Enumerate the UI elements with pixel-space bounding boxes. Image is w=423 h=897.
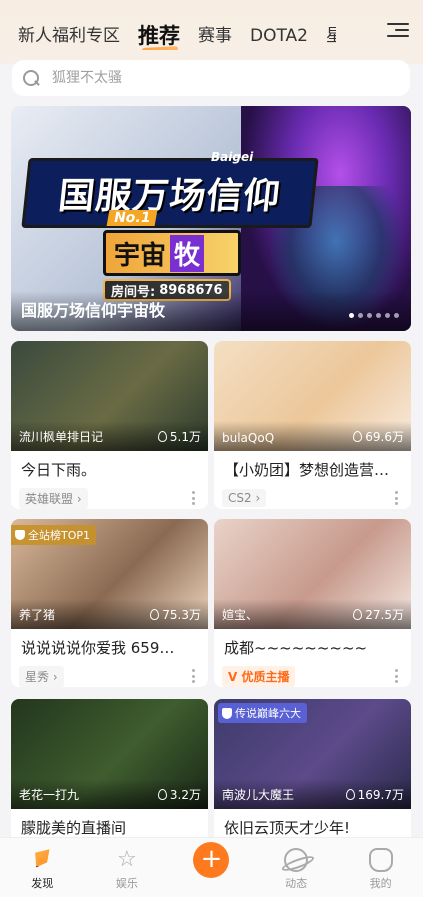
- nav-label: 发现: [31, 877, 54, 890]
- streamer-name: 媗宝、: [222, 608, 259, 622]
- flame-icon: [345, 789, 355, 800]
- room-title: 【小奶团】梦想创造营…: [224, 461, 390, 479]
- rank-badge: 传说巅峰六大: [218, 703, 307, 723]
- top-bar: 新人福利专区 推荐 赛事 DOTA2 星: [0, 0, 423, 64]
- live-thumbnail: 老花一打九 3.2万: [11, 699, 208, 809]
- pagination-dot[interactable]: [367, 313, 372, 318]
- view-count: 169.7万: [345, 786, 404, 803]
- category-tag[interactable]: 英雄联盟 ›: [19, 487, 88, 509]
- search-bar[interactable]: [12, 60, 410, 96]
- featured-banner[interactable]: 国服万场信仰 Baigei No.1 宇宙牧 房间号:8968676 国服万场信…: [11, 106, 411, 331]
- streamer-name: 老花一打九: [19, 788, 80, 802]
- rank-badge: 全站榜TOP1: [11, 525, 97, 545]
- more-options-icon[interactable]: [192, 491, 196, 505]
- room-title: 说说说说你爱我 659…: [21, 639, 175, 657]
- banner-brand: Baigei: [211, 150, 254, 164]
- room-title: 朦胧美的直播间: [21, 819, 127, 837]
- nav-label: 我的: [369, 877, 392, 890]
- flame-icon: [150, 609, 160, 620]
- nav-entertainment[interactable]: ☆ 娱乐: [85, 838, 170, 897]
- search-input[interactable]: [52, 70, 372, 86]
- streamer-name: 南波儿大魔王: [222, 788, 295, 802]
- room-title: 成都~~~~~~~~~: [224, 639, 368, 657]
- nav-discover[interactable]: 发现: [0, 838, 85, 897]
- tab-partial[interactable]: 星: [326, 22, 336, 50]
- banner-art-title: 国服万场信仰: [21, 158, 319, 228]
- tab-events[interactable]: 赛事: [198, 22, 232, 50]
- live-room-card[interactable]: 流川枫单排日记 5.1万 今日下雨。 英雄联盟 ›: [11, 341, 208, 509]
- streamer-name: 养了猪: [19, 608, 56, 622]
- live-room-card[interactable]: 老花一打九 3.2万 朦胧美的直播间: [11, 699, 208, 847]
- nav-profile[interactable]: 我的: [338, 838, 423, 897]
- banner-art-subtitle: 宇宙牧: [103, 230, 241, 276]
- menu-icon[interactable]: [387, 20, 409, 42]
- view-count: 27.5万: [353, 606, 404, 623]
- tab-dota2[interactable]: DOTA2: [250, 22, 308, 50]
- banner-no1-badge: No.1: [106, 210, 158, 226]
- category-tag[interactable]: CS2 ›: [222, 489, 267, 507]
- pagination-dot[interactable]: [385, 313, 390, 318]
- shield-icon: [222, 707, 232, 719]
- planet-icon: [284, 848, 309, 872]
- nav-feed[interactable]: 动态: [254, 838, 339, 897]
- banner-pagination: [349, 313, 399, 318]
- tab-recommend[interactable]: 推荐: [138, 22, 180, 50]
- plus-icon[interactable]: +: [193, 842, 230, 878]
- nav-label: 娱乐: [115, 877, 138, 890]
- nav-create[interactable]: +: [169, 838, 254, 897]
- pagination-dot[interactable]: [394, 313, 399, 318]
- search-icon: [22, 69, 40, 87]
- nav-label: 动态: [285, 877, 308, 890]
- live-room-card[interactable]: 传说巅峰六大 南波儿大魔王 169.7万 依旧云顶天才少年!: [214, 699, 411, 847]
- live-thumbnail: 全站榜TOP1 养了猪 75.3万: [11, 519, 208, 629]
- flame-icon: [157, 789, 167, 800]
- star-icon: ☆: [117, 847, 137, 872]
- live-thumbnail: 媗宝、 27.5万: [214, 519, 411, 629]
- category-tag[interactable]: 星秀 ›: [19, 665, 64, 687]
- streamer-name: 流川枫单排日记: [19, 430, 104, 444]
- category-tabs: 新人福利专区 推荐 赛事 DOTA2 星: [18, 18, 375, 50]
- banner-caption: 国服万场信仰宇宙牧: [21, 301, 166, 320]
- live-room-card[interactable]: bulaQoQ 69.6万 【小奶团】梦想创造营… CS2 ›: [214, 341, 411, 509]
- flame-icon: [157, 431, 167, 442]
- live-thumbnail: 传说巅峰六大 南波儿大魔王 169.7万: [214, 699, 411, 809]
- view-count: 5.1万: [157, 428, 201, 445]
- pagination-dot[interactable]: [358, 313, 363, 318]
- quality-streamer-tag[interactable]: V 优质主播: [222, 665, 296, 687]
- streamer-name: bulaQoQ: [222, 431, 275, 445]
- view-count: 75.3万: [150, 606, 201, 623]
- tab-newbie-welfare[interactable]: 新人福利专区: [18, 22, 120, 50]
- room-title: 今日下雨。: [21, 461, 97, 479]
- flame-icon: [353, 609, 363, 620]
- view-count: 3.2万: [157, 786, 201, 803]
- room-title: 依旧云顶天才少年!: [224, 819, 351, 837]
- live-room-card[interactable]: 媗宝、 27.5万 成都~~~~~~~~~ V 优质主播: [214, 519, 411, 687]
- flame-icon: [353, 431, 363, 442]
- live-room-card[interactable]: 全站榜TOP1 养了猪 75.3万 说说说说你爱我 659… 星秀 ›: [11, 519, 208, 687]
- live-thumbnail: 流川枫单排日记 5.1万: [11, 341, 208, 451]
- profile-icon: [368, 848, 393, 872]
- more-options-icon[interactable]: [395, 491, 399, 505]
- pagination-dot[interactable]: [376, 313, 381, 318]
- view-count: 69.6万: [353, 428, 404, 445]
- live-thumbnail: bulaQoQ 69.6万: [214, 341, 411, 451]
- trophy-icon: [15, 530, 25, 540]
- discover-icon: [35, 849, 50, 868]
- more-options-icon[interactable]: [395, 669, 399, 683]
- bottom-navigation: 发现 ☆ 娱乐 + 动态 我的: [0, 837, 423, 897]
- more-options-icon[interactable]: [192, 669, 196, 683]
- pagination-dot[interactable]: [349, 313, 354, 318]
